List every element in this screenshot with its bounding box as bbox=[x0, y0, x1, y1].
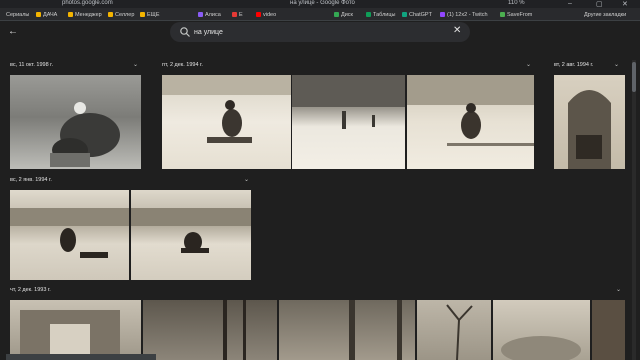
savefrom-icon bbox=[500, 12, 505, 17]
back-arrow-icon[interactable]: ← bbox=[8, 26, 18, 37]
photo-thumbnail[interactable] bbox=[592, 300, 625, 360]
section-date: вт, 2 авг. 1994 г. bbox=[554, 62, 594, 68]
child-by-fence-image bbox=[407, 75, 534, 146]
chevron-down-icon[interactable]: ⌄ bbox=[244, 176, 249, 183]
chatgpt-icon bbox=[402, 12, 407, 17]
sheets-icon bbox=[366, 12, 371, 17]
people-on-shore-image bbox=[50, 102, 120, 167]
folder-icon bbox=[108, 12, 113, 17]
bookmark-item[interactable]: ChatGPT bbox=[402, 12, 432, 18]
photo-thumbnail[interactable] bbox=[417, 300, 491, 360]
bookmark-item[interactable]: Алиса bbox=[198, 12, 221, 18]
snowy-bushes-image bbox=[501, 336, 581, 360]
trees-street-image bbox=[223, 300, 246, 360]
section-date: вс, 11 окт. 1998 г. bbox=[10, 62, 54, 68]
close-window-icon[interactable]: ✕ bbox=[622, 0, 628, 8]
archway-group-image bbox=[568, 90, 611, 169]
section-date: чт, 2 дек. 1993 г. bbox=[10, 287, 51, 293]
house-porch-image bbox=[20, 310, 120, 360]
search-input[interactable] bbox=[194, 25, 444, 39]
scrollbar-thumb[interactable] bbox=[632, 62, 636, 92]
child-on-sled-ice-image bbox=[131, 208, 251, 253]
twitch-icon bbox=[440, 12, 445, 17]
other-bookmarks[interactable]: Другие закладки bbox=[584, 12, 626, 18]
section-date: вс, 2 янв. 1994 г. bbox=[10, 177, 52, 183]
browser-titlebar: photos.google.com на улице - Google Фото… bbox=[0, 0, 640, 8]
bookmark-item[interactable]: Сериалы bbox=[6, 12, 29, 18]
address-bar[interactable]: photos.google.com bbox=[62, 0, 113, 6]
bookmark-item[interactable]: (1) 12x2 - Twitch bbox=[440, 12, 488, 18]
section-date: пт, 2 дек. 1994 г. bbox=[162, 62, 203, 68]
bookmark-item[interactable]: ДАЧА bbox=[36, 12, 57, 18]
photo-thumbnail[interactable] bbox=[10, 75, 141, 169]
child-on-sled-image bbox=[162, 75, 291, 143]
brick-wall-image bbox=[592, 300, 625, 360]
bookmark-item[interactable]: Менеджер bbox=[68, 12, 102, 18]
video-icon bbox=[256, 12, 261, 17]
folder-icon bbox=[36, 12, 41, 17]
snowy-park-image bbox=[292, 75, 405, 129]
folder-icon bbox=[140, 12, 145, 17]
alice-icon bbox=[198, 12, 203, 17]
bookmark-item[interactable]: Таблицы bbox=[366, 12, 395, 18]
bookmark-item[interactable]: SaveFrom bbox=[500, 12, 532, 18]
photo-thumbnail[interactable] bbox=[10, 190, 129, 280]
bookmark-item[interactable]: ЕЩЕ bbox=[140, 12, 160, 18]
chevron-down-icon[interactable]: ⌄ bbox=[616, 286, 621, 293]
chevron-down-icon[interactable]: ⌄ bbox=[614, 61, 619, 68]
maximize-icon[interactable]: ▢ bbox=[596, 0, 603, 8]
photo-thumbnail[interactable] bbox=[131, 190, 251, 280]
minimize-icon[interactable]: – bbox=[568, 0, 572, 7]
photo-thumbnail[interactable] bbox=[162, 75, 291, 169]
tower-yard-image bbox=[349, 300, 402, 360]
status-bar bbox=[6, 354, 156, 360]
photo-thumbnail[interactable] bbox=[493, 300, 590, 360]
bare-tree-image bbox=[446, 304, 473, 360]
chevron-down-icon[interactable]: ⌄ bbox=[526, 61, 531, 68]
photo-thumbnail[interactable] bbox=[279, 300, 415, 360]
search-icon bbox=[180, 27, 190, 37]
window-title: на улице - Google Фото bbox=[290, 0, 355, 6]
clear-search-icon[interactable]: ✕ bbox=[453, 25, 461, 36]
bookmark-item[interactable]: Диск bbox=[334, 12, 353, 18]
photo-thumbnail[interactable] bbox=[10, 300, 141, 360]
bookmark-item[interactable]: Селлер bbox=[108, 12, 134, 18]
bookmarks-bar: Сериалы ДАЧА Менеджер Селлер ЕЩЕ Алиса E… bbox=[0, 8, 640, 21]
bookmark-item[interactable]: E bbox=[232, 12, 243, 18]
site-icon bbox=[232, 12, 237, 17]
child-on-ice-image bbox=[10, 208, 129, 258]
drive-icon bbox=[334, 12, 339, 17]
photo-thumbnail[interactable] bbox=[554, 75, 625, 169]
zoom-indicator[interactable]: 110 % bbox=[508, 0, 525, 6]
photo-thumbnail[interactable] bbox=[292, 75, 405, 169]
bookmark-item[interactable]: video bbox=[256, 12, 276, 18]
photo-thumbnail[interactable] bbox=[407, 75, 534, 169]
scrollbar-track[interactable] bbox=[632, 60, 636, 360]
folder-icon bbox=[68, 12, 73, 17]
photo-thumbnail[interactable] bbox=[143, 300, 277, 360]
search-bar: ✕ bbox=[170, 22, 470, 42]
chevron-down-icon[interactable]: ⌄ bbox=[133, 61, 138, 68]
